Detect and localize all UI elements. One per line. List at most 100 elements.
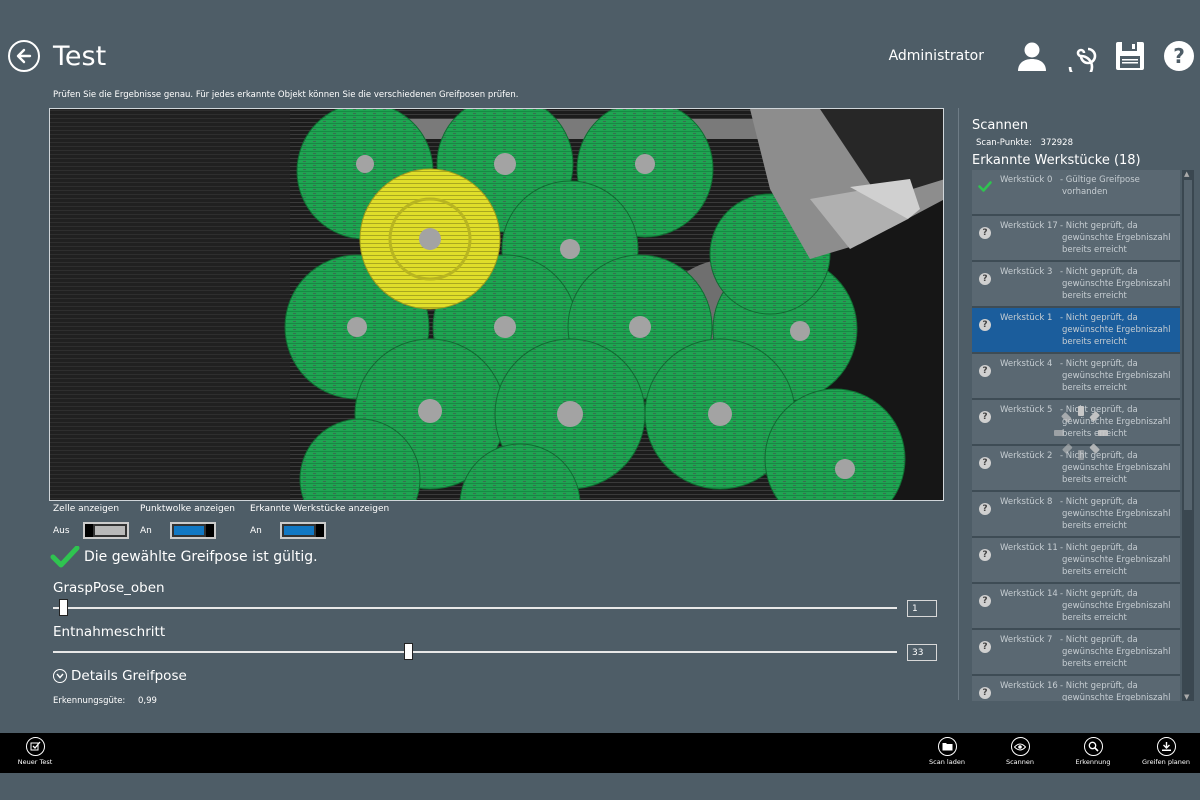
parts-list-item[interactable]: ? Werkstück 8 - Nicht geprüft, da gewünscht… — [972, 492, 1180, 536]
parts-item-row: Werkstück 14- Nicht geprüft, da — [998, 588, 1170, 600]
parts-item-text: Werkstück 14- Nicht geprüft, da gewünscht… — [998, 584, 1170, 628]
question-icon: ? — [972, 538, 998, 582]
user-name[interactable]: Administrator — [889, 48, 984, 64]
parts-item-name: Werkstück 2 — [1000, 451, 1053, 461]
parts-list-item[interactable]: ? Werkstück 17- Nicht geprüft, da gewünsch… — [972, 216, 1180, 260]
plan-grasp-button[interactable]: Greifen planen — [1136, 737, 1196, 766]
removal-step-slider-thumb[interactable] — [403, 643, 413, 660]
checkmark-icon — [972, 170, 998, 214]
parts-item-name: Werkstück 16 — [1000, 681, 1058, 691]
bottom-strip — [0, 773, 1200, 800]
parts-item-status: - Nicht geprüft, da — [1060, 221, 1138, 231]
toggle-fill — [284, 526, 314, 535]
grasp-pose-label: GraspPose_oben — [53, 580, 165, 596]
download-icon — [1156, 737, 1176, 756]
parts-item-status-cont: gewünschte Ergebniszahl — [1062, 279, 1171, 289]
parts-list-item[interactable]: ? Werkstück 16- Nicht geprüft, da gewünsch… — [972, 676, 1180, 701]
toggle-show-cell-switch[interactable] — [83, 522, 129, 539]
new-test-button[interactable]: Neuer Test — [5, 737, 65, 766]
scroll-down-icon[interactable]: ▼ — [1184, 693, 1189, 701]
parts-item-name: Werkstück 1 — [1000, 313, 1053, 323]
plan-grasp-label: Greifen planen — [1142, 758, 1190, 766]
parts-item-status-cont: gewünschte Ergebniszahl — [1062, 693, 1171, 701]
parts-item-status-cont: gewünschte Ergebniszahl — [1062, 233, 1171, 243]
question-icon: ? — [972, 676, 998, 701]
scroll-up-icon[interactable]: ▲ — [1184, 170, 1189, 178]
user-button[interactable] — [1015, 39, 1049, 73]
question-icon: ? — [979, 319, 991, 331]
parts-item-status-cont: gewünschte Ergebniszahl — [1062, 371, 1171, 381]
parts-list-item[interactable]: Werkstück 0 - Gültige Greifpose vorhanden — [972, 170, 1180, 214]
parts-item-status-cont2: bereits erreicht — [1062, 521, 1127, 531]
parts-list-item[interactable]: ? Werkstück 14- Nicht geprüft, da gewünsch… — [972, 584, 1180, 628]
parts-list-item[interactable]: ? Werkstück 7 - Nicht geprüft, da gewünscht… — [972, 630, 1180, 674]
toggle-show-cell: Zelle anzeigen Aus — [53, 504, 129, 539]
parts-item-status: - Nicht geprüft, da — [1060, 681, 1138, 691]
parts-item-status: - Nicht geprüft, da — [1060, 543, 1138, 553]
help-button[interactable]: ? — [1162, 39, 1196, 73]
removal-step-slider[interactable] — [53, 643, 897, 660]
parts-item-status: - Nicht geprüft, da — [1060, 497, 1138, 507]
parts-item-status-cont2: bereits erreicht — [1062, 337, 1127, 347]
details-grasp-toggle[interactable]: Details Greifpose — [53, 668, 187, 684]
parts-list-item[interactable]: ? Werkstück 3 - Nicht geprüft, da gewünscht… — [972, 262, 1180, 306]
loading-spinner-icon — [1054, 406, 1108, 460]
help-icon: ? — [1164, 41, 1194, 71]
toggle-fill — [174, 526, 204, 535]
details-grasp-label: Details Greifpose — [71, 668, 187, 684]
save-button[interactable] — [1113, 39, 1147, 73]
removal-step-label: Entnahmeschritt — [53, 624, 166, 640]
spiral-button[interactable] — [1064, 39, 1098, 73]
point-cloud-render — [50, 109, 943, 500]
parts-item-name: Werkstück 17 — [1000, 221, 1058, 231]
save-icon — [1116, 42, 1144, 70]
parts-item-text: Werkstück 17- Nicht geprüft, da gewünscht… — [998, 216, 1170, 260]
parts-item-name: Werkstück 4 — [1000, 359, 1053, 369]
scan-button[interactable]: Scannen — [990, 737, 1050, 766]
parts-item-status: - Nicht geprüft, da — [1060, 267, 1138, 277]
toggle-show-pointcloud-switch[interactable] — [170, 522, 216, 539]
toggle-show-parts: Erkannte Werkstücke anzeigen An — [250, 504, 389, 539]
parts-item-status-cont2: bereits erreicht — [1062, 613, 1127, 623]
header-toolbar: Administrator ? — [889, 38, 1196, 74]
parts-item-status-cont: gewünschte Ergebniszahl — [1062, 555, 1171, 565]
folder-icon — [937, 737, 957, 756]
parts-item-name: Werkstück 3 — [1000, 267, 1053, 277]
back-button[interactable] — [8, 40, 40, 72]
scrollbar-thumb[interactable] — [1184, 180, 1192, 510]
checkmark-icon — [50, 546, 80, 568]
parts-list-item[interactable]: ? Werkstück 4 - Nicht geprüft, da gewünscht… — [972, 354, 1180, 398]
parts-item-status-cont: gewünschte Ergebniszahl — [1062, 601, 1171, 611]
parts-item-name: Werkstück 14 — [1000, 589, 1058, 599]
question-icon: ? — [979, 457, 991, 469]
grasp-pose-slider-thumb[interactable] — [58, 599, 68, 616]
detect-label: Erkennung — [1075, 758, 1111, 766]
point-cloud-viewport[interactable] — [49, 108, 944, 501]
parts-item-text: Werkstück 7 - Nicht geprüft, da gewünschte… — [998, 630, 1170, 674]
parts-item-status: - Gültige Greifpose — [1060, 175, 1140, 185]
toggle-show-cell-state: Aus — [53, 525, 70, 536]
recognition-quality-label: Erkennungsgüte: — [53, 696, 126, 706]
toggle-knob — [206, 524, 214, 537]
parts-list-item[interactable]: ? Werkstück 1 - Nicht geprüft, da gewünscht… — [972, 308, 1180, 352]
detect-button[interactable]: Erkennung — [1063, 737, 1123, 766]
parts-item-status: - Nicht geprüft, da — [1060, 359, 1138, 369]
parts-item-name: Werkstück 5 — [1000, 405, 1053, 415]
toggle-show-parts-label: Erkannte Werkstücke anzeigen — [250, 504, 390, 514]
spiral-icon — [1068, 47, 1097, 72]
grasp-pose-slider[interactable] — [53, 599, 897, 616]
scan-points: Scan-Punkte: 372928 — [976, 138, 1073, 148]
parts-item-status-cont2: bereits erreicht — [1062, 659, 1127, 669]
question-icon: ? — [979, 365, 991, 377]
page-title: Test — [53, 41, 107, 72]
parts-item-status-cont2: bereits erreicht — [1062, 383, 1127, 393]
parts-list-item[interactable]: ? Werkstück 11- Nicht geprüft, da gewünsch… — [972, 538, 1180, 582]
grasp-pose-value[interactable]: 1 — [907, 600, 937, 617]
load-scan-button[interactable]: Scan laden — [917, 737, 977, 766]
parts-scrollbar[interactable]: ▲ ▼ — [1182, 170, 1194, 701]
parts-item-text: Werkstück 0 - Gültige Greifpose vorhanden — [998, 170, 1140, 214]
removal-step-value[interactable]: 33 — [907, 644, 937, 661]
parts-item-status: - Nicht geprüft, da — [1060, 589, 1138, 599]
toggle-show-parts-switch[interactable] — [280, 522, 326, 539]
parts-item-row: Werkstück 16- Nicht geprüft, da — [998, 680, 1170, 692]
